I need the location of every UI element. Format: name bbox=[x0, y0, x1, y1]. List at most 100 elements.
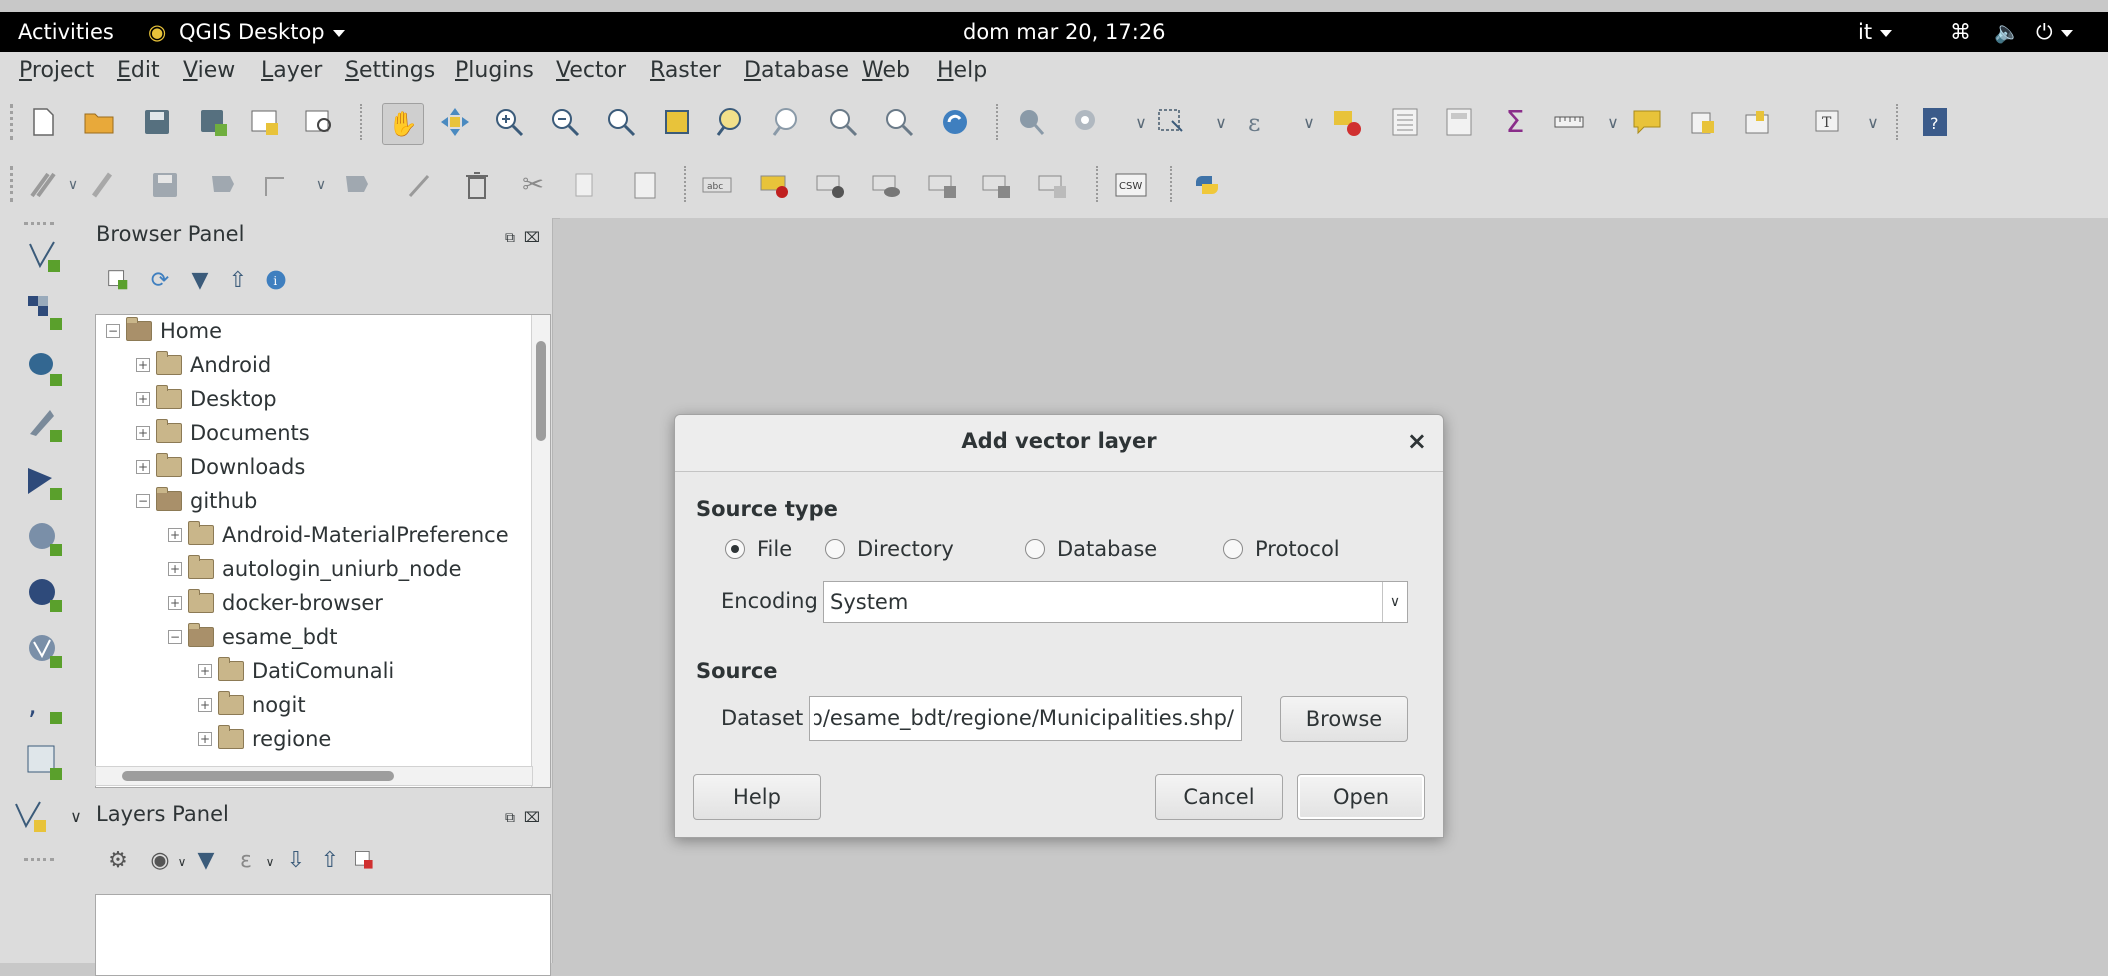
expand-icon[interactable]: + bbox=[136, 460, 150, 474]
open-button[interactable]: Open bbox=[1297, 774, 1425, 820]
tree-item[interactable]: − esame_bdt bbox=[168, 621, 338, 653]
add-feature-icon[interactable] bbox=[206, 168, 240, 202]
copy-features-icon[interactable] bbox=[568, 168, 602, 202]
tree-item[interactable]: + Downloads bbox=[136, 451, 305, 483]
expand-icon[interactable]: + bbox=[136, 426, 150, 440]
style-panel-icon[interactable]: ⚙ bbox=[104, 846, 132, 874]
vertical-scrollbar[interactable] bbox=[531, 315, 550, 787]
vertex-tool-icon[interactable] bbox=[260, 168, 294, 202]
tree-item[interactable]: + Documents bbox=[136, 417, 310, 449]
toolbar-handle[interactable] bbox=[24, 222, 54, 229]
power-icon[interactable]: ⏻ bbox=[2036, 20, 2073, 45]
chevron-down-icon[interactable]: ∨ bbox=[1124, 105, 1158, 139]
cancel-button[interactable]: Cancel bbox=[1155, 774, 1283, 820]
menu-database[interactable]: Database bbox=[744, 58, 849, 83]
expand-all-icon[interactable]: ⇩ bbox=[282, 846, 310, 874]
refresh-icon[interactable]: ⟳ bbox=[146, 266, 174, 294]
radio-file[interactable]: File bbox=[725, 537, 792, 561]
statistical-summary-icon[interactable]: Σ bbox=[1498, 105, 1532, 140]
add-postgis-layer-icon[interactable] bbox=[24, 348, 64, 388]
add-mssql-layer-icon[interactable] bbox=[24, 462, 64, 502]
collapse-icon[interactable]: − bbox=[136, 494, 150, 508]
python-console-icon[interactable] bbox=[1190, 168, 1224, 202]
wifi-icon[interactable]: ⌘ bbox=[1950, 20, 1971, 44]
zoom-to-selection-icon[interactable] bbox=[714, 105, 748, 139]
add-wfs-layer-icon[interactable] bbox=[24, 630, 64, 670]
zoom-to-layer-icon[interactable] bbox=[770, 105, 804, 139]
pin-labels-icon[interactable] bbox=[758, 168, 792, 202]
measure-line-icon[interactable] bbox=[1552, 105, 1586, 139]
deselect-all-icon[interactable] bbox=[1330, 105, 1364, 139]
dataset-field[interactable] bbox=[809, 696, 1242, 741]
toggle-editing-icon[interactable] bbox=[84, 168, 118, 202]
zoom-next-icon[interactable] bbox=[882, 105, 916, 139]
expand-icon[interactable]: + bbox=[198, 732, 212, 746]
chevron-down-icon[interactable]: ∨ bbox=[1292, 105, 1326, 139]
add-wcs-layer-icon[interactable] bbox=[24, 574, 64, 614]
collapse-icon[interactable]: − bbox=[106, 324, 120, 338]
expand-icon[interactable]: + bbox=[198, 664, 212, 678]
show-bookmarks-icon[interactable] bbox=[1740, 105, 1774, 139]
edit-feature-icon[interactable] bbox=[404, 168, 438, 202]
menu-layer[interactable]: Layer bbox=[261, 58, 322, 83]
add-raster-layer-icon[interactable] bbox=[24, 292, 64, 332]
save-project-icon[interactable] bbox=[140, 105, 174, 139]
add-virtual-layer-icon[interactable] bbox=[24, 742, 64, 782]
zoom-out-icon[interactable] bbox=[548, 105, 582, 139]
menu-plugins[interactable]: Plugins bbox=[455, 58, 534, 83]
select-features-icon[interactable] bbox=[1154, 105, 1188, 139]
tree-item[interactable]: − Home bbox=[106, 315, 222, 347]
info-icon[interactable]: i bbox=[262, 266, 290, 294]
language-menu[interactable]: it bbox=[1858, 20, 1893, 44]
field-calculator-icon[interactable] bbox=[1442, 105, 1476, 139]
toolbar-handle[interactable] bbox=[10, 166, 19, 202]
pan-map-icon[interactable]: ✋ bbox=[382, 103, 424, 145]
cut-features-icon[interactable]: ✂ bbox=[516, 168, 550, 202]
menu-vector[interactable]: Vector bbox=[556, 58, 626, 83]
menu-help[interactable]: Help bbox=[937, 58, 987, 83]
new-bookmark-icon[interactable] bbox=[1686, 105, 1720, 139]
expand-icon[interactable]: + bbox=[136, 358, 150, 372]
show-hide-labels-icon[interactable] bbox=[870, 168, 904, 202]
zoom-native-icon[interactable] bbox=[604, 105, 638, 139]
tree-item[interactable]: + regione bbox=[198, 723, 331, 755]
move-label-icon[interactable] bbox=[926, 168, 960, 202]
menu-view[interactable]: View bbox=[183, 58, 235, 83]
add-vector-layer-icon[interactable] bbox=[24, 236, 64, 276]
zoom-full-icon[interactable] bbox=[660, 105, 694, 139]
tree-item[interactable]: + autologin_uniurb_node bbox=[168, 553, 462, 585]
volume-icon[interactable]: 🔈 bbox=[1994, 20, 2020, 45]
tree-item[interactable]: + DatiComunali bbox=[198, 655, 394, 687]
menu-edit[interactable]: Edit bbox=[117, 58, 160, 83]
clock[interactable]: dom mar 20, 17:26 bbox=[963, 20, 1166, 44]
tree-item[interactable]: + Android-MaterialPreference bbox=[168, 519, 509, 551]
expand-icon[interactable]: + bbox=[168, 528, 182, 542]
paste-features-icon[interactable] bbox=[628, 168, 662, 202]
open-project-icon[interactable] bbox=[82, 105, 116, 139]
radio-database[interactable]: Database bbox=[1025, 537, 1157, 561]
new-shapefile-layer-icon[interactable] bbox=[10, 796, 50, 836]
help-button[interactable]: Help bbox=[693, 774, 821, 820]
chevron-down-icon[interactable]: ∨ bbox=[1382, 582, 1407, 622]
chevron-down-icon[interactable]: ∨ bbox=[1596, 105, 1630, 139]
menu-settings[interactable]: Settings bbox=[345, 58, 435, 83]
zoom-in-icon[interactable] bbox=[492, 105, 526, 139]
add-wms-layer-icon[interactable] bbox=[24, 518, 64, 558]
label-toolbar-icon[interactable]: abc bbox=[700, 168, 734, 202]
new-project-icon[interactable] bbox=[26, 105, 60, 139]
map-tips-icon[interactable] bbox=[1630, 105, 1664, 139]
add-delimited-text-layer-icon[interactable]: , bbox=[24, 686, 64, 726]
toolbar-handle[interactable] bbox=[10, 104, 19, 140]
tree-item[interactable]: + Android bbox=[136, 349, 271, 381]
browse-button[interactable]: Browse bbox=[1280, 696, 1408, 742]
change-label-icon[interactable] bbox=[1036, 168, 1070, 202]
filter-icon[interactable]: ▼ bbox=[186, 266, 214, 294]
expand-icon[interactable]: + bbox=[168, 562, 182, 576]
add-spatialite-layer-icon[interactable] bbox=[24, 404, 64, 444]
csw-icon[interactable]: CSW bbox=[1114, 168, 1148, 202]
expand-icon[interactable]: + bbox=[168, 596, 182, 610]
filter-legend-icon[interactable]: ▼ bbox=[192, 846, 220, 874]
highlight-labels-icon[interactable] bbox=[814, 168, 848, 202]
tree-item[interactable]: + nogit bbox=[198, 689, 306, 721]
select-by-expression-icon[interactable]: ε bbox=[1242, 105, 1276, 139]
